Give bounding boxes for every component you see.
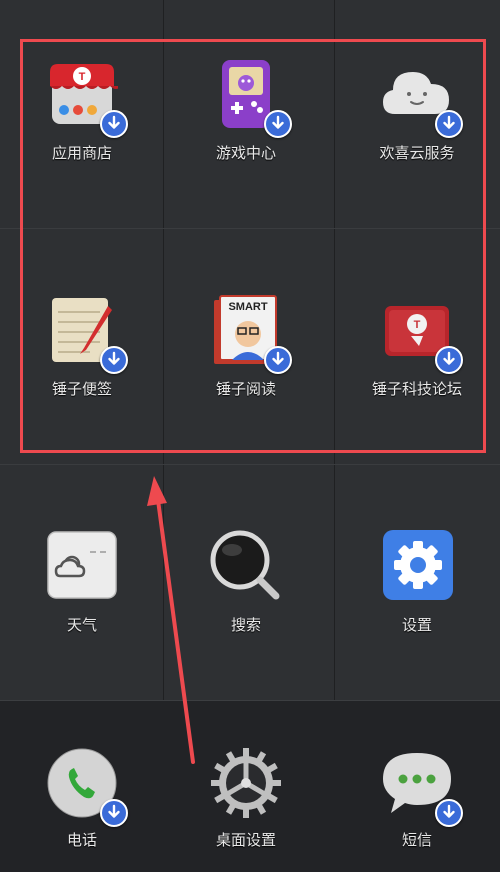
app-label: 游戏中心 (215, 144, 276, 162)
download-icon (100, 799, 128, 827)
home-screen-grid: T 应用商店 游戏中心 欢喜云服务 锤子便签 SMART 锤子阅读 T 锤子科技… (0, 0, 500, 700)
notes-icon (46, 294, 128, 374)
desktop-settings-icon (210, 747, 282, 819)
cloud-service-icon (381, 58, 463, 138)
app-label: 设置 (401, 616, 432, 634)
app-tile-forum[interactable]: T 锤子科技论坛 (334, 236, 500, 472)
messages-icon (381, 747, 463, 827)
app-store-icon: T (46, 58, 128, 138)
app-label: 应用商店 (51, 144, 112, 162)
search-icon (210, 530, 282, 602)
app-tile-cloud-service[interactable]: 欢喜云服务 (334, 0, 500, 236)
app-tile-game-center[interactable]: 游戏中心 (164, 0, 328, 236)
phone-icon (46, 747, 128, 827)
app-label: 天气 (66, 616, 97, 634)
app-label: 锤子科技论坛 (371, 380, 462, 398)
dock-item-desktop-settings[interactable]: 桌面设置 (164, 701, 328, 872)
svg-text:T: T (79, 71, 86, 83)
settings-gear-icon (381, 530, 453, 602)
download-icon (435, 799, 463, 827)
app-tile-app-store[interactable]: T 应用商店 (0, 0, 164, 236)
app-label: 欢喜云服务 (379, 144, 455, 162)
download-icon (264, 110, 292, 138)
app-label: 锤子阅读 (215, 380, 276, 398)
app-label: 搜索 (230, 616, 261, 634)
download-icon (435, 346, 463, 374)
download-icon (100, 346, 128, 374)
weather-icon (46, 530, 118, 602)
smart-reader-icon: SMART (210, 294, 292, 374)
app-tile-reader[interactable]: SMART 锤子阅读 (164, 236, 328, 472)
dock-item-messages[interactable]: 短信 (334, 701, 500, 872)
download-icon (100, 110, 128, 138)
app-tile-settings[interactable]: 设置 (334, 472, 500, 708)
app-label: 锤子便签 (51, 380, 112, 398)
app-label: 短信 (401, 831, 432, 849)
app-label: 桌面设置 (215, 831, 276, 849)
smart-label: SMART (228, 301, 267, 313)
forum-icon: T (381, 294, 463, 374)
app-label: 电话 (66, 831, 97, 849)
game-center-icon (210, 58, 292, 138)
dock: 电话 桌面设置 短信 (0, 700, 500, 872)
app-tile-notes[interactable]: 锤子便签 (0, 236, 164, 472)
download-icon (435, 110, 463, 138)
dock-item-phone[interactable]: 电话 (0, 701, 164, 872)
app-tile-search[interactable]: 搜索 (164, 472, 328, 708)
app-tile-weather[interactable]: 天气 (0, 472, 164, 708)
svg-text:T: T (414, 319, 421, 331)
download-icon (264, 346, 292, 374)
